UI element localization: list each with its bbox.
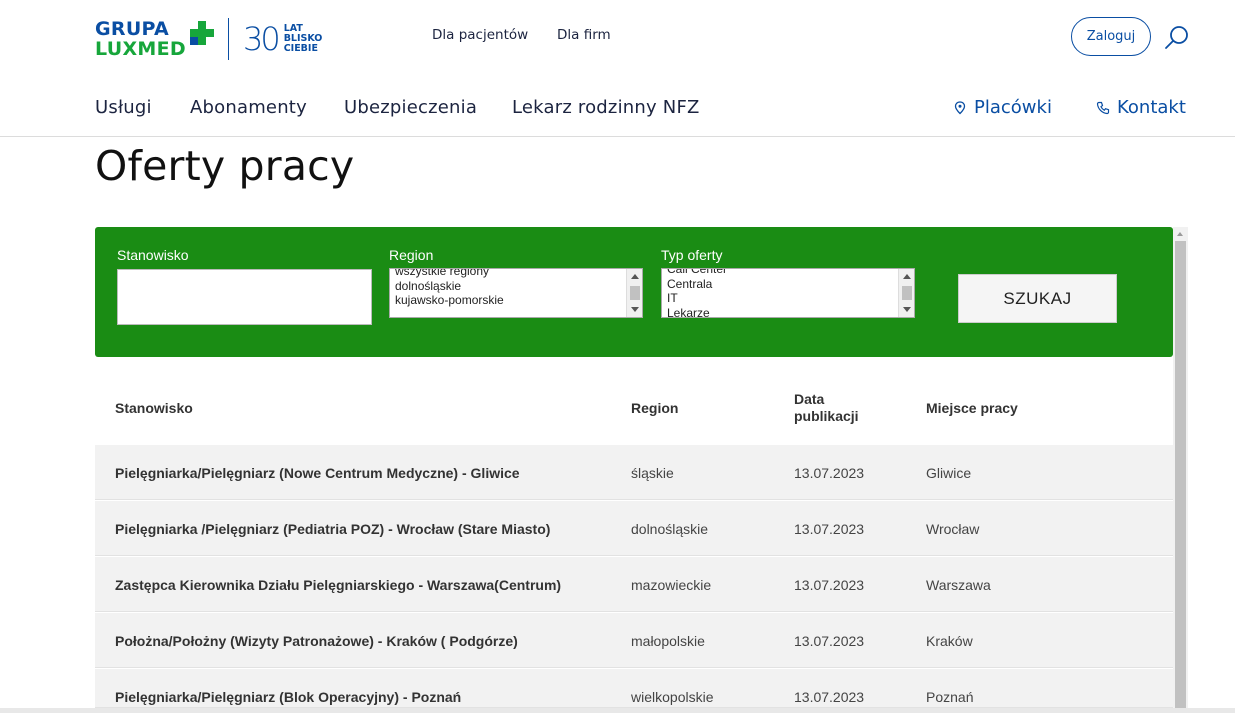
job-region: mazowieckie: [631, 577, 712, 593]
region-option[interactable]: dolnośląskie: [390, 279, 642, 294]
job-place: Kraków: [926, 633, 973, 649]
offer-type-listbox-scrollbar[interactable]: [898, 269, 914, 317]
region-label: Region: [389, 247, 434, 263]
phone-icon: [1096, 101, 1110, 115]
job-region: dolnośląskie: [631, 521, 709, 537]
search-icon[interactable]: [1164, 25, 1190, 51]
position-label: Stanowisko: [117, 247, 189, 263]
table-row[interactable]: Zastępca Kierownika Działu Pielęgniarski…: [95, 557, 1173, 612]
job-title-link[interactable]: Zastępca Kierownika Działu Pielęgniarski…: [115, 577, 561, 593]
nav-lekarz-rodzinny-nfz[interactable]: Lekarz rodzinny NFZ: [512, 97, 700, 118]
page-title: Oferty pracy: [95, 142, 355, 190]
job-region: śląskie: [631, 465, 674, 481]
job-place: Gliwice: [926, 465, 972, 481]
link-dla-pacjentow[interactable]: Dla pacjentów: [432, 27, 528, 43]
job-title-link[interactable]: Pielęgniarka/Pielęgniarz (Nowe Centrum M…: [115, 465, 520, 481]
anniversary-badge: 30 LAT BLISKO CIEBIE: [243, 20, 322, 58]
table-row[interactable]: Pielęgniarka/Pielęgniarz (Nowe Centrum M…: [95, 445, 1173, 500]
location-pin-icon: [953, 100, 967, 115]
job-place: Poznań: [926, 689, 974, 705]
job-date: 13.07.2023: [794, 465, 865, 481]
offer-type-option[interactable]: IT: [662, 291, 914, 306]
offer-type-option[interactable]: Centrala: [662, 277, 914, 292]
link-dla-firm[interactable]: Dla firm: [557, 27, 611, 43]
logo-wordmark: GRUPA LUXMED: [95, 19, 186, 59]
job-region: małopolskie: [631, 633, 705, 649]
offer-type-option[interactable]: Call Center: [662, 269, 914, 277]
header-divider: [0, 136, 1235, 137]
scroll-up-icon[interactable]: [1177, 232, 1183, 236]
job-region: wielkopolskie: [631, 689, 714, 705]
column-header-region[interactable]: Region: [631, 400, 678, 417]
job-place: Wrocław: [926, 521, 980, 537]
offer-type-option[interactable]: Lekarze: [662, 306, 914, 318]
job-place: Warszawa: [926, 577, 991, 593]
nav-placowki[interactable]: Placówki: [953, 97, 1052, 118]
job-date: 13.07.2023: [794, 521, 865, 537]
medical-cross-icon: [189, 21, 214, 45]
region-listbox-scrollbar[interactable]: [626, 269, 642, 317]
table-row[interactable]: Pielęgniarka /Pielęgniarz (Pediatria POZ…: [95, 501, 1173, 556]
anniversary-caption-3: CIEBIE: [283, 43, 318, 54]
region-option[interactable]: kujawsko-pomorskie: [390, 293, 642, 308]
table-row[interactable]: Pielęgniarka/Pielęgniarz (Blok Operacyjn…: [95, 669, 1173, 708]
job-date: 13.07.2023: [794, 633, 865, 649]
job-date: 13.07.2023: [794, 689, 865, 705]
nav-abonamenty[interactable]: Abonamenty: [190, 97, 307, 118]
login-button[interactable]: Zaloguj: [1071, 17, 1151, 56]
nav-uslugi[interactable]: Usługi: [95, 97, 152, 118]
region-listbox[interactable]: wszystkie regiony dolnośląskie kujawsko-…: [389, 268, 643, 318]
table-row[interactable]: Położna/Położny (Wizyty Patronażowe) - K…: [95, 613, 1173, 668]
scrollbar-thumb[interactable]: [1175, 241, 1186, 713]
logo-line-2: LUXMED: [95, 38, 186, 60]
bottom-edge: [0, 708, 1235, 713]
nav-ubezpieczenia[interactable]: Ubezpieczenia: [344, 97, 477, 118]
search-button[interactable]: SZUKAJ: [958, 274, 1117, 323]
column-header-position[interactable]: Stanowisko: [115, 400, 193, 417]
table-header: Stanowisko Region Data publikacji Miejsc…: [95, 373, 1173, 445]
anniversary-caption: LAT BLISKO CIEBIE: [284, 24, 323, 54]
column-header-date-line-1: Data: [794, 391, 825, 407]
region-option[interactable]: wszystkie regiony: [390, 269, 642, 279]
offer-type-listbox[interactable]: Call Center Centrala IT Lekarze: [661, 268, 915, 318]
job-title-link[interactable]: Pielęgniarka/Pielęgniarz (Blok Operacyjn…: [115, 689, 461, 705]
nav-kontakt-label: Kontakt: [1117, 97, 1186, 118]
nav-placowki-label: Placówki: [974, 97, 1052, 118]
logo-divider: [227, 18, 229, 60]
column-header-place[interactable]: Miejsce pracy: [926, 400, 1018, 417]
job-search-panel: Stanowisko Region wszystkie regiony doln…: [95, 227, 1173, 357]
column-header-date-line-2: publikacji: [794, 408, 859, 424]
anniversary-number: 30: [242, 20, 281, 58]
luxmed-logo[interactable]: GRUPA LUXMED 30 LAT BLISKO CIEBIE: [95, 16, 322, 62]
column-header-date[interactable]: Data publikacji: [794, 391, 859, 425]
nav-kontakt[interactable]: Kontakt: [1096, 97, 1186, 118]
logo-line-1: GRUPA: [95, 18, 170, 40]
job-title-link[interactable]: Położna/Położny (Wizyty Patronażowe) - K…: [115, 633, 518, 649]
position-input[interactable]: [117, 269, 372, 325]
job-title-link[interactable]: Pielęgniarka /Pielęgniarz (Pediatria POZ…: [115, 521, 550, 537]
page-scrollbar[interactable]: [1173, 227, 1188, 713]
job-date: 13.07.2023: [794, 577, 865, 593]
offer-type-label: Typ oferty: [661, 247, 723, 263]
